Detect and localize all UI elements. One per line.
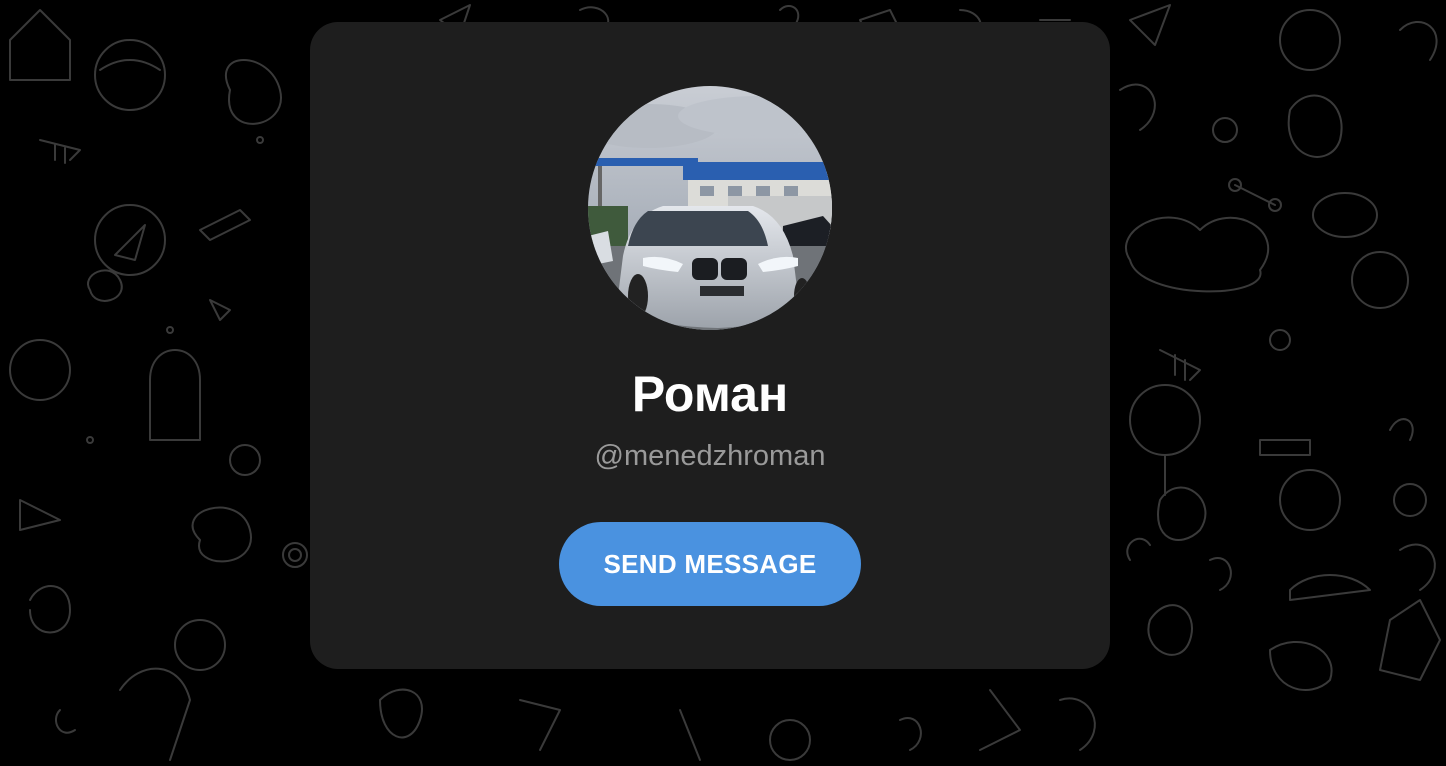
send-message-button[interactable]: SEND MESSAGE (559, 522, 861, 606)
profile-name: Роман (631, 366, 789, 422)
profile-username: @menedzhroman (594, 440, 826, 472)
profile-card: Роман @menedzhroman SEND MESSAGE (310, 22, 1110, 669)
profile-avatar[interactable] (588, 86, 832, 330)
avatar-photo-image (588, 86, 832, 330)
